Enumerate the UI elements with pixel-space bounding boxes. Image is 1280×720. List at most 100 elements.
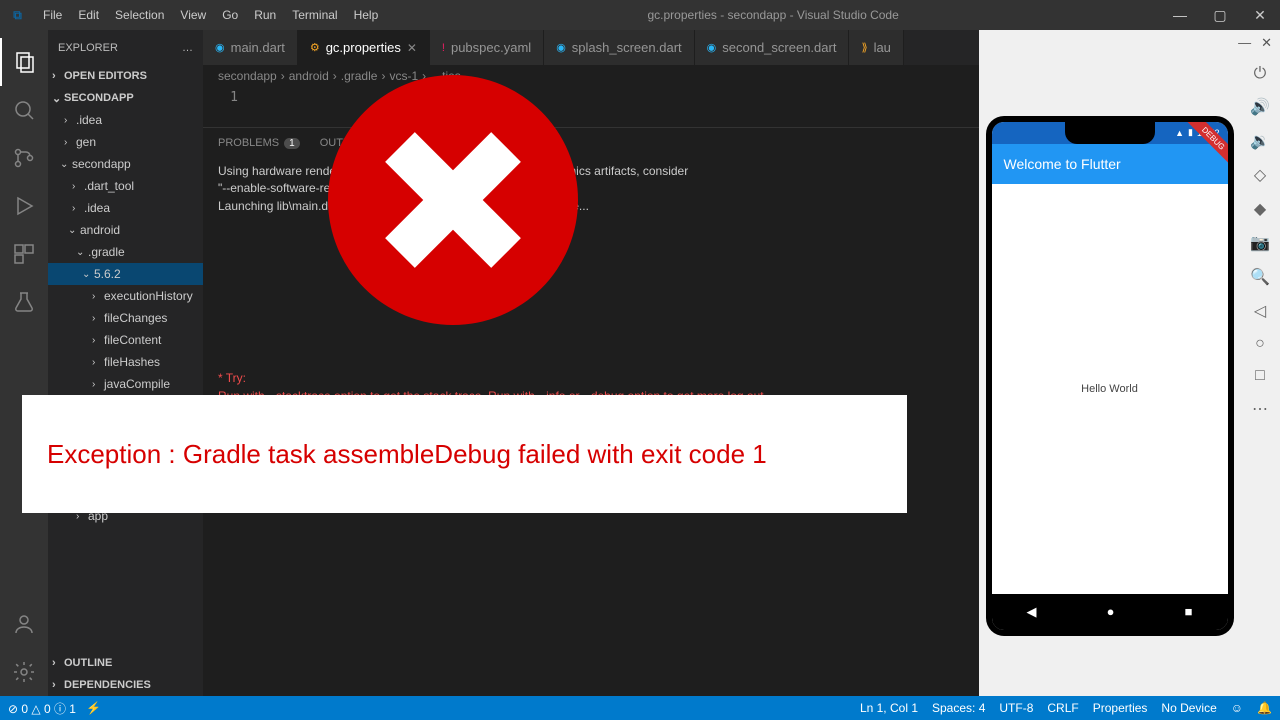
- status-eol[interactable]: CRLF: [1047, 701, 1078, 715]
- phone-frame: DEBUG ▲ ▮ 14:52 Welcome to Flutter Hello…: [986, 116, 1234, 636]
- overview-button-icon[interactable]: □: [1255, 367, 1265, 385]
- back-icon[interactable]: ◀: [1027, 604, 1037, 620]
- explorer-icon[interactable]: [0, 38, 48, 86]
- testing-icon[interactable]: [0, 278, 48, 326]
- status-bar: ⊘ 0 △ 0 ⓘ 1 ⚡ Ln 1, Col 1 Spaces: 4 UTF-…: [0, 696, 1280, 720]
- tree-item[interactable]: ⌄.gradle: [48, 241, 203, 263]
- error-banner: Exception : Gradle task assembleDebug fa…: [22, 395, 907, 513]
- close-icon[interactable]: ✕: [1240, 7, 1280, 24]
- activity-bar: [0, 30, 48, 696]
- dependencies-section[interactable]: ›DEPENDENCIES: [48, 674, 203, 696]
- editor-tab[interactable]: ◉main.dart: [203, 30, 298, 65]
- outline-section[interactable]: ›OUTLINE: [48, 652, 203, 674]
- maximize-icon[interactable]: ▢: [1200, 7, 1240, 24]
- terminal-line: * Try:: [218, 370, 964, 387]
- status-flutter-icon[interactable]: ⚡: [86, 701, 101, 715]
- zoom-icon[interactable]: 🔍: [1250, 267, 1270, 287]
- emu-minimize-icon[interactable]: —: [1238, 35, 1251, 50]
- tree-item[interactable]: ⌄android: [48, 219, 203, 241]
- menu-item[interactable]: Selection: [107, 8, 172, 22]
- window-controls: — ▢ ✕: [1160, 7, 1280, 24]
- home-icon[interactable]: ●: [1107, 604, 1115, 619]
- status-feedback-icon[interactable]: ☺: [1231, 701, 1243, 715]
- menu-item[interactable]: Go: [214, 8, 246, 22]
- project-section[interactable]: ⌄SECONDAPP: [48, 87, 203, 109]
- more-icon[interactable]: …: [182, 42, 193, 54]
- run-debug-icon[interactable]: [0, 182, 48, 230]
- app-body: Hello World: [992, 184, 1228, 594]
- emulator-toolbar: ⏻ 🔊 🔉 ◇ ◆ 📷 🔍 ◁ ○ □ ⋯: [1240, 55, 1280, 696]
- status-bell-icon[interactable]: 🔔: [1257, 701, 1272, 715]
- status-ln-col[interactable]: Ln 1, Col 1: [860, 701, 918, 715]
- more-icon[interactable]: ⋯: [1252, 399, 1268, 419]
- menu-item[interactable]: View: [172, 8, 214, 22]
- volume-down-icon[interactable]: 🔉: [1250, 131, 1270, 151]
- menu-item[interactable]: Help: [346, 8, 387, 22]
- tree-item[interactable]: ›executionHistory: [48, 285, 203, 307]
- battery-icon: ▮: [1188, 127, 1193, 138]
- problems-tab[interactable]: PROBLEMS1: [218, 137, 300, 149]
- volume-up-icon[interactable]: 🔊: [1250, 97, 1270, 117]
- tree-item[interactable]: ›.idea: [48, 109, 203, 131]
- camera-icon[interactable]: 📷: [1250, 233, 1270, 253]
- code-area[interactable]: 1: [203, 87, 979, 127]
- menu-item[interactable]: Terminal: [284, 8, 345, 22]
- editor-tab[interactable]: ◉second_screen.dart: [695, 30, 850, 65]
- minimize-icon[interactable]: —: [1160, 7, 1200, 24]
- sidebar-title: EXPLORER…: [48, 30, 203, 65]
- settings-icon[interactable]: [0, 648, 48, 696]
- tree-item[interactable]: ⌄5.6.2: [48, 263, 203, 285]
- file-tree: ›.idea›gen⌄secondapp›.dart_tool›.idea⌄an…: [48, 109, 203, 652]
- power-icon[interactable]: ⏻: [1254, 65, 1267, 83]
- back-button-icon[interactable]: ◁: [1254, 301, 1266, 321]
- tree-item[interactable]: ›.dart_tool: [48, 175, 203, 197]
- emulator-panel: — ✕ DEBUG ▲ ▮ 14:52 Welcome to Flutter H: [979, 30, 1280, 696]
- home-button-icon[interactable]: ○: [1255, 335, 1265, 353]
- app-bar: Welcome to Flutter: [992, 144, 1228, 184]
- menu-item[interactable]: Run: [246, 8, 284, 22]
- status-device[interactable]: No Device: [1161, 701, 1216, 715]
- phone-nav-bar: ◀ ● ■: [992, 594, 1228, 630]
- vscode-logo-icon: ⧉: [0, 8, 35, 23]
- editor-area: ◉main.dart⚙gc.properties✕!pubspec.yaml◉s…: [203, 30, 979, 696]
- tree-item[interactable]: ›fileContent: [48, 329, 203, 351]
- tree-item[interactable]: ›fileChanges: [48, 307, 203, 329]
- title-bar: ⧉ File Edit Selection View Go Run Termin…: [0, 0, 1280, 30]
- editor-tab[interactable]: ⟫lau: [849, 30, 903, 65]
- rotate-right-icon[interactable]: ◆: [1254, 199, 1266, 219]
- status-spaces[interactable]: Spaces: 4: [932, 701, 985, 715]
- line-number: 1: [203, 87, 253, 127]
- editor-tab[interactable]: !pubspec.yaml: [430, 30, 544, 65]
- editor-tab[interactable]: ⚙gc.properties✕: [298, 30, 430, 65]
- source-control-icon[interactable]: [0, 134, 48, 182]
- tree-item[interactable]: ⌄secondapp: [48, 153, 203, 175]
- menu-item[interactable]: Edit: [70, 8, 107, 22]
- tab-close-icon[interactable]: ✕: [407, 41, 417, 55]
- status-language[interactable]: Properties: [1093, 701, 1148, 715]
- recent-icon[interactable]: ■: [1185, 604, 1193, 619]
- status-errors[interactable]: ⊘ 0 △ 0 ⓘ 1: [8, 700, 76, 717]
- extensions-icon[interactable]: [0, 230, 48, 278]
- editor-tab[interactable]: ◉splash_screen.dart: [544, 30, 694, 65]
- error-banner-text: Exception : Gradle task assembleDebug fa…: [47, 439, 767, 470]
- search-icon[interactable]: [0, 86, 48, 134]
- phone-screen[interactable]: DEBUG ▲ ▮ 14:52 Welcome to Flutter Hello…: [992, 122, 1228, 630]
- window-title: gc.properties - secondapp - Visual Studi…: [386, 8, 1160, 22]
- rotate-left-icon[interactable]: ◇: [1254, 165, 1266, 185]
- status-encoding[interactable]: UTF-8: [999, 701, 1033, 715]
- breadcrumb[interactable]: secondapp › android › .gradle › vcs-1 › …: [203, 65, 979, 87]
- emu-close-icon[interactable]: ✕: [1261, 35, 1272, 51]
- open-editors-section[interactable]: ›OPEN EDITORS: [48, 65, 203, 87]
- editor-tabs: ◉main.dart⚙gc.properties✕!pubspec.yaml◉s…: [203, 30, 979, 65]
- signal-icon: ▲: [1175, 128, 1184, 138]
- tree-item[interactable]: ›gen: [48, 131, 203, 153]
- menu-bar: File Edit Selection View Go Run Terminal…: [35, 8, 386, 22]
- menu-item[interactable]: File: [35, 8, 70, 22]
- error-x-icon: [328, 75, 578, 325]
- tree-item[interactable]: ›.idea: [48, 197, 203, 219]
- tree-item[interactable]: ›fileHashes: [48, 351, 203, 373]
- phone-notch: [1065, 122, 1155, 144]
- tree-item[interactable]: ›javaCompile: [48, 373, 203, 395]
- account-icon[interactable]: [0, 600, 48, 648]
- explorer-sidebar: EXPLORER… ›OPEN EDITORS ⌄SECONDAPP ›.ide…: [48, 30, 203, 696]
